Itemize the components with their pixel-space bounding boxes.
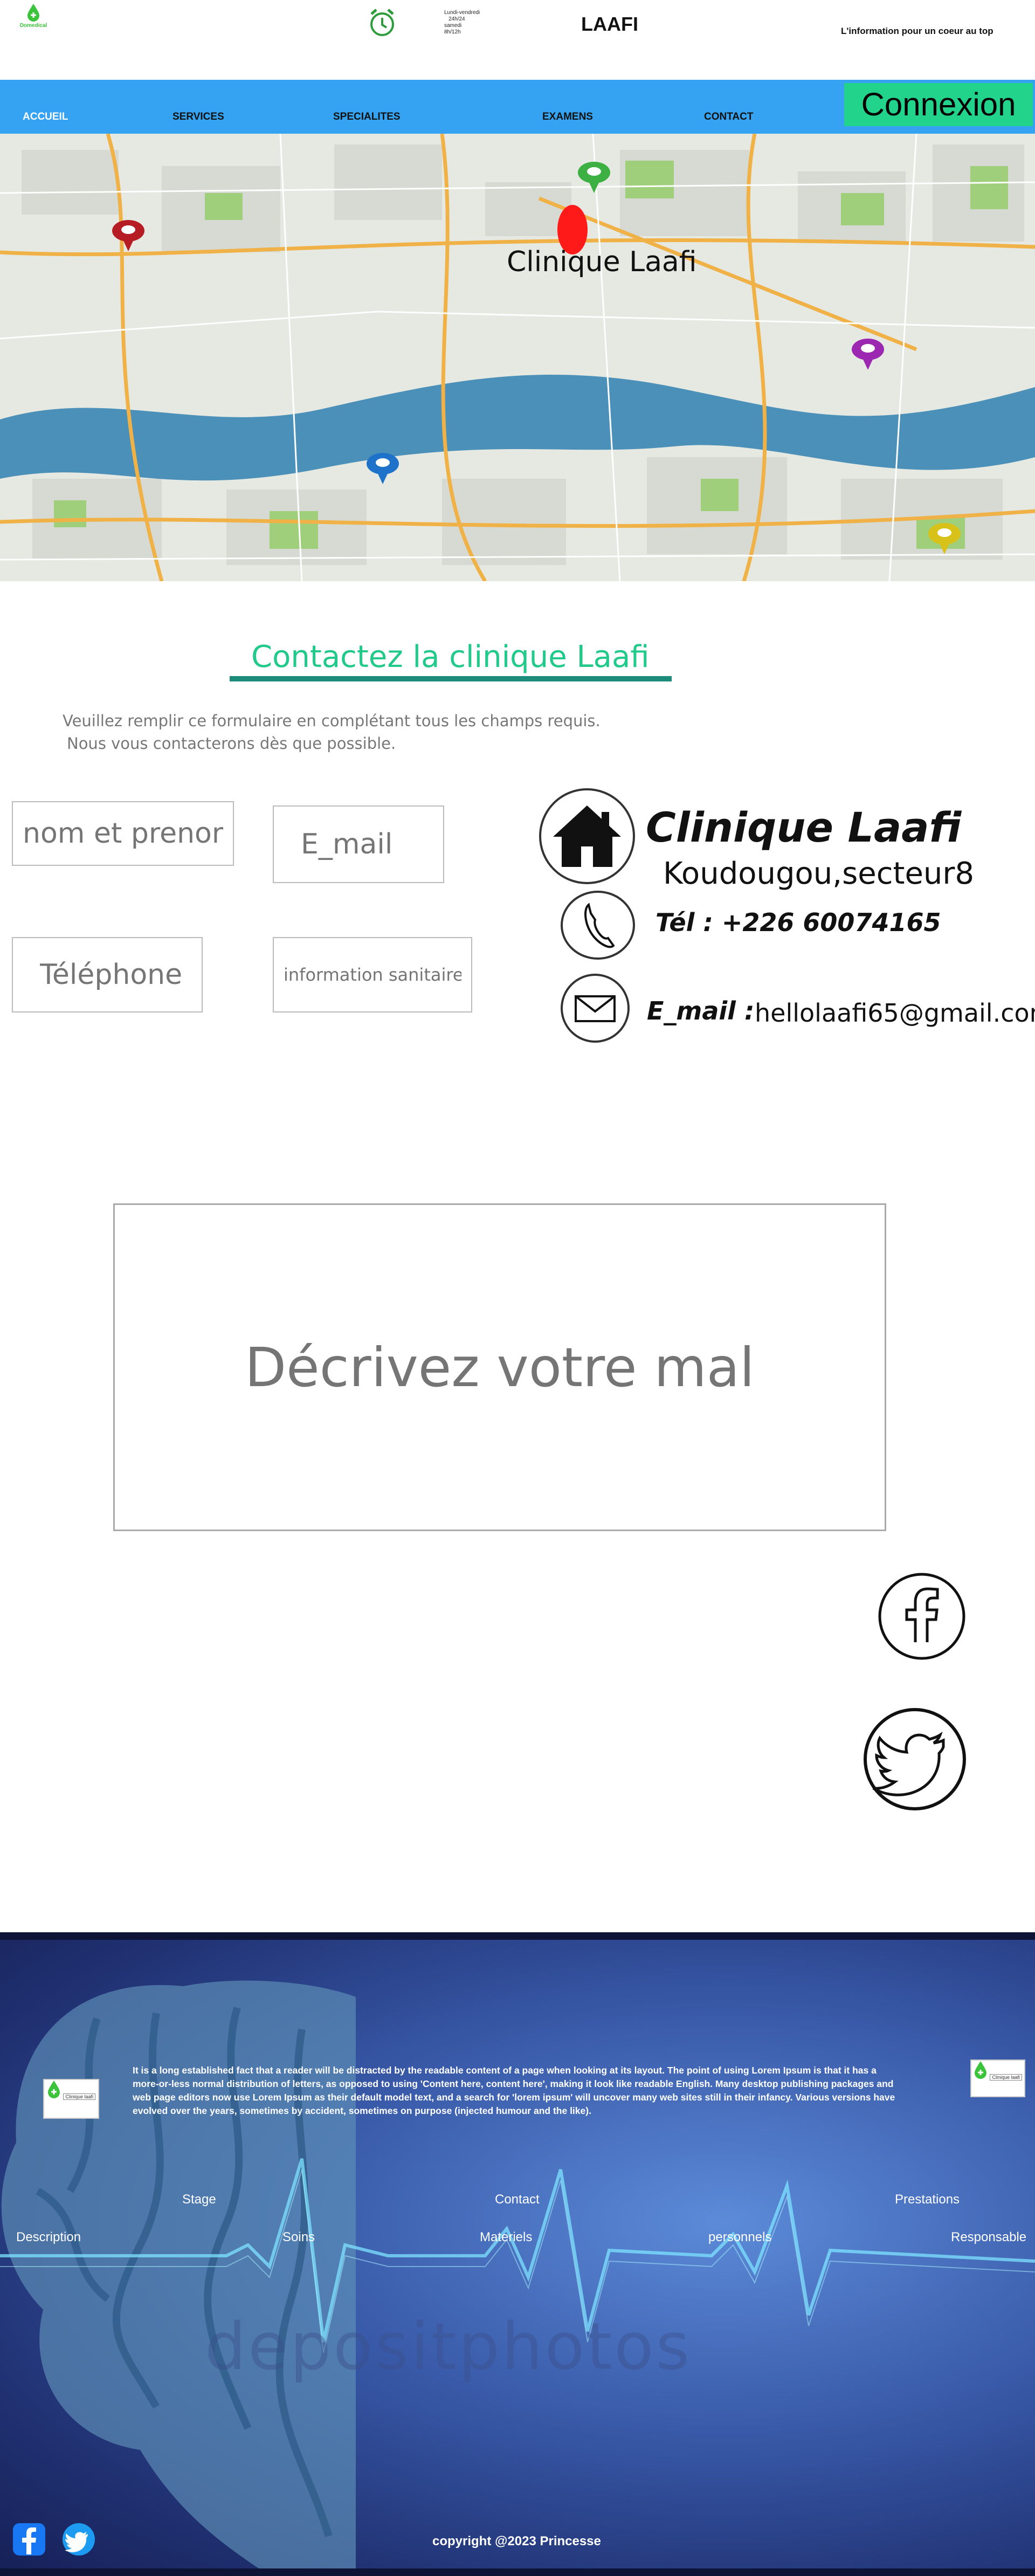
form-intro: Veuillez remplir ce formulaire en complé… bbox=[63, 712, 601, 730]
alarm-clock-icon bbox=[368, 8, 396, 38]
clinic-address: Koudougou,secteur8 bbox=[663, 856, 975, 891]
nav-item-contact[interactable]: CONTACT bbox=[704, 111, 753, 123]
footer-border bbox=[0, 1932, 1035, 1940]
facebook-icon[interactable] bbox=[878, 1572, 966, 1661]
nav-item-accueil[interactable]: ACCUEIL bbox=[23, 111, 68, 123]
footer-link-personnels[interactable]: personnels bbox=[708, 2230, 771, 2245]
footer-link-soins[interactable]: Soins bbox=[282, 2230, 315, 2245]
footer-link-responsable[interactable]: Responsable bbox=[951, 2230, 1026, 2245]
top-header: Domedical Lundi-vendredi 24h/24 samedi 8… bbox=[0, 0, 1035, 80]
nav-item-examens[interactable]: EXAMENS bbox=[542, 111, 593, 123]
connexion-button[interactable]: Connexion bbox=[844, 83, 1033, 126]
main-nav: ACCUEIL SERVICES SPECIALITES EXAMENS CON… bbox=[0, 80, 1035, 134]
email-label: E_mail : bbox=[647, 996, 755, 1025]
facebook-icon[interactable] bbox=[13, 2523, 45, 2556]
site-title: LAAFI bbox=[581, 13, 638, 35]
drop-icon bbox=[975, 2061, 986, 2079]
logo-text: Domedical bbox=[19, 23, 47, 29]
footer-link-contact[interactable]: Contact bbox=[495, 2192, 540, 2207]
description-field[interactable] bbox=[113, 1203, 886, 1531]
map-image bbox=[0, 134, 1035, 581]
hours-line: samedi bbox=[444, 23, 462, 29]
health-info-field[interactable] bbox=[273, 937, 472, 1013]
title-underline bbox=[230, 676, 672, 681]
hours-line: Lundi-vendredi bbox=[444, 10, 480, 16]
phone-field[interactable] bbox=[12, 937, 203, 1013]
copyright: copyright @2023 Princesse bbox=[432, 2534, 601, 2549]
footer-link-description[interactable]: Description bbox=[16, 2230, 81, 2245]
twitter-icon[interactable] bbox=[862, 1707, 967, 1812]
envelope-icon bbox=[561, 974, 630, 1043]
footer-link-stage[interactable]: Stage bbox=[182, 2192, 216, 2207]
footer: depositphotos Clinique laafi It is a lon… bbox=[0, 1932, 1035, 2576]
clinic-phone: Tél : +226 60074165 bbox=[656, 908, 941, 937]
nav-item-services[interactable]: SERVICES bbox=[172, 111, 224, 123]
name-field[interactable] bbox=[12, 801, 234, 866]
footer-border bbox=[0, 2568, 1035, 2576]
footer-logo-caption: Clinique laafi bbox=[990, 2074, 1022, 2081]
footer-text: It is a long established fact that a rea… bbox=[133, 2065, 895, 2116]
footer-logo[interactable]: Clinique laafi bbox=[970, 2060, 1025, 2097]
phone-icon bbox=[561, 891, 635, 960]
footer-logo-caption: Clinique laafi bbox=[63, 2093, 95, 2100]
clinic-name: Clinique Laafi bbox=[646, 803, 962, 851]
home-icon bbox=[539, 788, 635, 884]
tagline: L'information pour un coeur au top bbox=[841, 26, 993, 36]
contact-title: Contactez la clinique Laafi bbox=[251, 639, 650, 674]
clinic-email[interactable]: hellolaafi65@gmail.com bbox=[755, 998, 1035, 1028]
hours-line: 8h/12h bbox=[444, 29, 461, 35]
footer-link-materiels[interactable]: Materiels bbox=[480, 2230, 532, 2245]
site-logo[interactable]: Domedical bbox=[12, 3, 55, 36]
twitter-icon[interactable] bbox=[63, 2523, 95, 2556]
drop-icon bbox=[26, 3, 40, 22]
hours-line: 24h/24 bbox=[448, 16, 465, 22]
drop-icon bbox=[48, 2081, 60, 2098]
nav-item-specialites[interactable]: SPECIALITES bbox=[333, 111, 401, 123]
map-label: Clinique Laafi bbox=[507, 246, 697, 278]
email-field[interactable] bbox=[273, 805, 444, 883]
opening-hours: Lundi-vendredi 24h/24 samedi 8h/12h bbox=[444, 10, 487, 36]
form-intro: Nous vous contacterons dès que possible. bbox=[67, 734, 396, 753]
footer-link-prestations[interactable]: Prestations bbox=[895, 2192, 960, 2207]
clinic-map[interactable]: Clinique Laafi bbox=[0, 134, 1035, 581]
watermark: depositphotos bbox=[205, 2310, 692, 2385]
footer-logo[interactable]: Clinique laafi bbox=[43, 2079, 99, 2119]
